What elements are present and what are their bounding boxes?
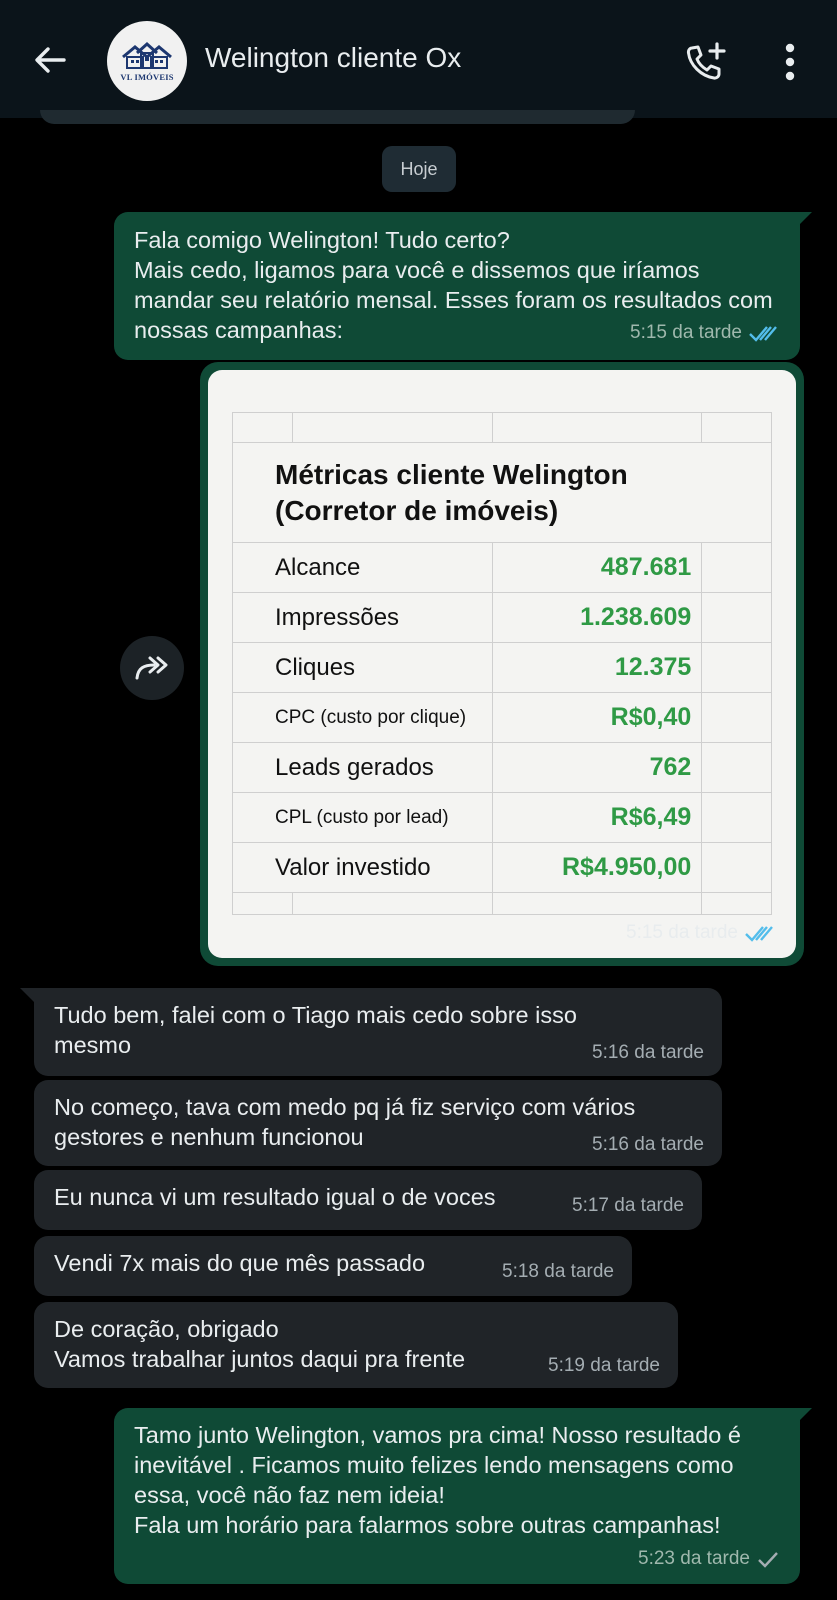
more-vertical-icon[interactable] xyxy=(784,42,796,82)
message-text: Tudo bem, falei com o Tiago mais cedo so… xyxy=(54,1002,577,1058)
sheet-cell xyxy=(701,642,772,693)
metric-row: Impressões 1.238.609 xyxy=(232,592,772,643)
sheet-cell xyxy=(701,592,772,643)
single-check-icon xyxy=(758,1552,778,1568)
message-time: 5:23 da tarde xyxy=(638,1548,750,1569)
sheet-cell xyxy=(701,742,772,793)
metric-label: Leads gerados xyxy=(232,742,493,793)
avatar[interactable]: VL IMÓVEIS xyxy=(107,21,187,101)
metric-label: CPL (custo por lead) xyxy=(232,792,493,843)
metric-row: CPC (custo por clique) R$0,40 xyxy=(232,692,772,743)
bubble-tail xyxy=(798,212,812,226)
message-text: Eu nunca vi um resultado igual o de voce… xyxy=(54,1184,496,1210)
sheet-end-row xyxy=(232,892,772,915)
message-time: 5:18 da tarde xyxy=(502,1261,614,1282)
message-incoming[interactable]: Tudo bem, falei com o Tiago mais cedo so… xyxy=(34,988,722,1076)
metric-row: Cliques 12.375 xyxy=(232,642,772,693)
sheet-header-row xyxy=(232,412,772,443)
message-incoming[interactable]: De coração, obrigado Vamos trabalhar jun… xyxy=(34,1302,678,1388)
sheet-cell xyxy=(701,892,772,915)
metric-value: R$4.950,00 xyxy=(491,842,703,893)
message-time: 5:19 da tarde xyxy=(548,1355,660,1376)
chat-header: VL IMÓVEIS Welington cliente Ox xyxy=(0,0,837,118)
message-time: 5:17 da tarde xyxy=(572,1195,684,1216)
message-time: 5:16 da tarde xyxy=(592,1134,704,1155)
metric-value: 762 xyxy=(491,742,703,793)
message-outgoing[interactable]: Tamo junto Welington, vamos pra cima! No… xyxy=(114,1408,800,1584)
message-time: 5:15 da tarde xyxy=(626,922,738,943)
date-divider: Hoje xyxy=(382,146,456,192)
sheet-cell xyxy=(701,842,772,893)
message-time: 5:16 da tarde xyxy=(592,1042,704,1063)
message-meta: 5:15 da tarde xyxy=(630,318,780,348)
metric-label: Impressões xyxy=(232,592,493,643)
house-logo-icon xyxy=(122,41,172,69)
message-incoming[interactable]: No começo, tava com medo pq já fiz servi… xyxy=(34,1080,722,1166)
contact-name[interactable]: Welington cliente Ox xyxy=(205,42,461,74)
metric-row: CPL (custo por lead) R$6,49 xyxy=(232,792,772,843)
sheet-cell xyxy=(701,692,772,743)
metric-label: CPC (custo por clique) xyxy=(232,692,493,743)
metric-row: Valor investido R$4.950,00 xyxy=(232,842,772,893)
double-check-read-icon xyxy=(749,326,777,342)
forward-button[interactable] xyxy=(120,636,184,700)
avatar-logo-text: VL IMÓVEIS xyxy=(120,72,174,82)
metrics-image[interactable]: Métricas cliente Welington (Corretor de … xyxy=(208,370,796,958)
arrow-left-icon[interactable] xyxy=(30,40,70,80)
metric-value: R$0,40 xyxy=(491,692,703,743)
sheet-cell xyxy=(701,792,772,843)
sheet-cell xyxy=(291,892,493,915)
sheet-cell xyxy=(491,892,703,915)
bubble-tail xyxy=(798,1408,812,1422)
message-text: Tamo junto Welington, vamos pra cima! No… xyxy=(134,1422,741,1538)
metrics-title: Métricas cliente Welington (Corretor de … xyxy=(231,442,702,543)
metric-label: Cliques xyxy=(232,642,493,693)
metric-value: R$6,49 xyxy=(491,792,703,843)
message-incoming[interactable]: Vendi 7x mais do que mês passado 5:18 da… xyxy=(34,1236,632,1296)
sheet-cell xyxy=(232,892,293,915)
metrics-table: Métricas cliente Welington (Corretor de … xyxy=(231,412,772,915)
message-meta: 5:23 da tarde xyxy=(638,1544,780,1574)
image-meta: 5:15 da tarde xyxy=(626,922,776,944)
metric-label: Alcance xyxy=(232,542,493,593)
metrics-title-row: Métricas cliente Welington (Corretor de … xyxy=(231,442,772,543)
image-message[interactable]: Métricas cliente Welington (Corretor de … xyxy=(200,362,804,966)
message-text: Vendi 7x mais do que mês passado xyxy=(54,1250,426,1276)
double-check-read-icon xyxy=(745,926,773,942)
message-time: 5:15 da tarde xyxy=(630,322,742,343)
metric-row: Alcance 487.681 xyxy=(232,542,772,593)
sheet-cell xyxy=(701,542,772,593)
previous-message-edge xyxy=(40,110,635,124)
message-outgoing[interactable]: Fala comigo Welington! Tudo certo? Mais … xyxy=(114,212,800,360)
add-call-icon[interactable] xyxy=(684,40,728,84)
message-incoming[interactable]: Eu nunca vi um resultado igual o de voce… xyxy=(34,1170,702,1230)
metric-label: Valor investido xyxy=(232,842,493,893)
message-text: De coração, obrigado Vamos trabalhar jun… xyxy=(54,1316,466,1372)
metric-value: 12.375 xyxy=(491,642,703,693)
metric-value: 487.681 xyxy=(491,542,703,593)
bubble-tail xyxy=(20,988,34,1002)
metric-value: 1.238.609 xyxy=(491,592,703,643)
forward-icon xyxy=(135,656,168,680)
metric-row: Leads gerados 762 xyxy=(232,742,772,793)
